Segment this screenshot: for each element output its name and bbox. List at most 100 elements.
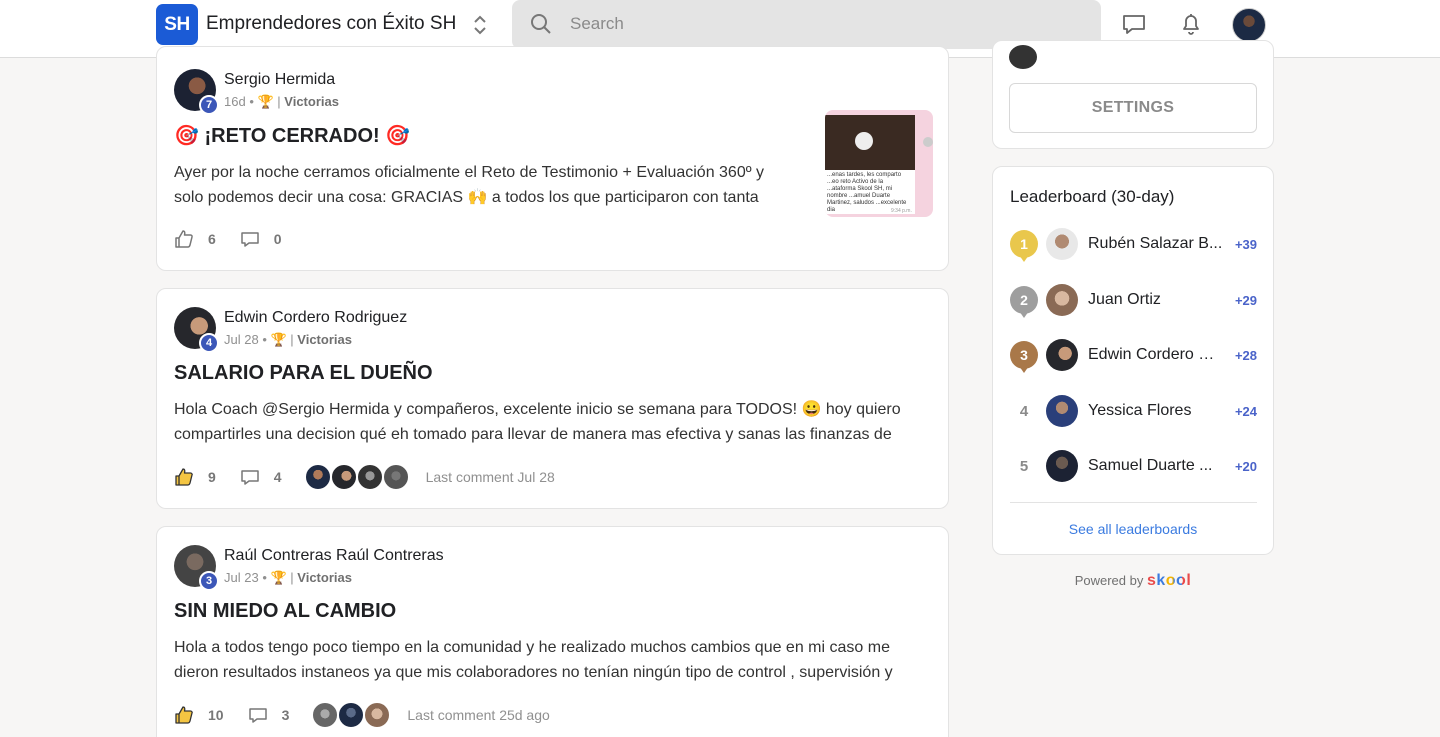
leader-name[interactable]: Edwin Cordero R...: [1088, 346, 1223, 364]
powered-by: Powered by skool: [992, 572, 1274, 590]
last-comment: Last comment 25d ago: [407, 707, 550, 723]
post-category[interactable]: Victorias: [297, 332, 352, 347]
post-title[interactable]: SALARIO PARA EL DUEÑO: [174, 362, 433, 385]
leader-avatar[interactable]: [1046, 284, 1078, 316]
post-title[interactable]: 🎯 ¡RETO CERRADO! 🎯: [174, 123, 410, 148]
post-meta: Jul 28 • 🏆 | Victorias: [224, 332, 352, 347]
like-button[interactable]: 9: [174, 467, 216, 487]
commenter-avatar[interactable]: [329, 463, 358, 491]
post-date: Jul 28: [224, 332, 259, 347]
group-name[interactable]: Emprendedores con Éxito SH: [206, 13, 456, 35]
thumbnail-time: 9:34 p.m.: [891, 208, 912, 214]
post-actions: 10 3 Last comment 25d ago: [174, 701, 550, 729]
bell-icon[interactable]: [1178, 11, 1204, 37]
post-category[interactable]: Victorias: [297, 570, 352, 585]
post-category[interactable]: Victorias: [284, 94, 339, 109]
post-title-text: ¡RETO CERRADO!: [204, 125, 380, 147]
leader-name[interactable]: Yessica Flores: [1088, 402, 1223, 420]
group-switcher-icon[interactable]: [470, 12, 490, 38]
comment-button[interactable]: 0: [240, 229, 282, 249]
leader-avatar[interactable]: [1046, 395, 1078, 427]
leader-points: +39: [1234, 237, 1257, 252]
user-avatar[interactable]: [1232, 8, 1266, 42]
post-card[interactable]: 7 Sergio Hermida 16d • 🏆 | Victorias 🎯 ¡…: [156, 46, 949, 271]
comment-icon: [248, 708, 267, 723]
commenter-avatar[interactable]: [381, 463, 410, 491]
post-body: Ayer por la noche cerramos oficialmente …: [174, 164, 765, 206]
settings-button[interactable]: SETTINGS: [1009, 83, 1257, 133]
post-actions: 9 4 Last comment Jul 28: [174, 463, 555, 491]
commenter-avatar[interactable]: [311, 701, 340, 729]
trophy-icon: 🏆: [270, 570, 287, 585]
commenter-avatar[interactable]: [337, 701, 366, 729]
comment-count: 3: [281, 707, 290, 723]
leader-avatar[interactable]: [1046, 228, 1078, 260]
comment-icon: [241, 470, 259, 485]
leader-points: +20: [1234, 459, 1257, 474]
commenter-avatar[interactable]: [363, 701, 392, 729]
like-button[interactable]: 10: [174, 705, 224, 725]
commenter-avatar[interactable]: [355, 463, 384, 491]
leaderboard-row[interactable]: 3 Edwin Cordero R... +28: [1010, 338, 1257, 373]
post-thumbnail[interactable]: ...enas tardes, les comparto ...eo reto …: [825, 110, 933, 217]
post-actions: 6 0: [174, 227, 282, 251]
author-name[interactable]: Edwin Cordero Rodriguez: [224, 309, 407, 327]
see-all-leaderboards-link[interactable]: See all leaderboards: [993, 521, 1273, 537]
thumbs-up-icon: [175, 468, 193, 486]
last-comment: Last comment Jul 28: [425, 469, 555, 485]
comment-button[interactable]: 4: [240, 467, 282, 487]
leaderboard-card: Leaderboard (30-day) 1 Rubén Salazar B..…: [992, 166, 1274, 555]
leader-points: +24: [1234, 404, 1257, 419]
skool-logo[interactable]: skool: [1147, 572, 1191, 589]
powered-by-label: Powered by: [1074, 573, 1144, 588]
like-count: 9: [208, 469, 216, 485]
commenter-avatars: [303, 463, 410, 491]
leader-rank: 5: [1019, 457, 1029, 475]
leader-name[interactable]: Samuel Duarte ...: [1088, 457, 1223, 475]
post-date: Jul 23: [224, 570, 259, 585]
post-body: Hola a todos tengo poco tiempo en la com…: [174, 639, 893, 681]
member-avatar[interactable]: [1009, 45, 1037, 69]
comment-count: 0: [273, 231, 282, 247]
post-meta: Jul 23 • 🏆 | Victorias: [224, 570, 352, 585]
author-name[interactable]: Sergio Hermida: [224, 71, 335, 89]
post-meta: 16d • 🏆 | Victorias: [224, 94, 339, 109]
leader-avatar[interactable]: [1046, 339, 1078, 371]
leader-name[interactable]: Rubén Salazar B...: [1088, 235, 1223, 253]
post-card[interactable]: 3 Raúl Contreras Raúl Contreras Jul 23 •…: [156, 526, 949, 737]
post-title[interactable]: SIN MIEDO AL CAMBIO: [174, 600, 396, 623]
post-body: Hola Coach @Sergio Hermida y compañeros,…: [174, 401, 901, 443]
trophy-icon: 🏆: [270, 332, 287, 347]
divider: [1010, 502, 1257, 503]
like-count: 6: [208, 231, 216, 247]
level-badge: 3: [199, 571, 219, 591]
trophy-icon: 🏆: [257, 94, 274, 109]
comment-button[interactable]: 3: [248, 705, 290, 725]
search-input[interactable]: [570, 12, 1070, 36]
thumbs-up-icon: [175, 230, 193, 248]
author-name[interactable]: Raúl Contreras Raúl Contreras: [224, 547, 444, 565]
post-card[interactable]: 4 Edwin Cordero Rodriguez Jul 28 • 🏆 | V…: [156, 288, 949, 509]
like-count: 10: [208, 707, 224, 723]
commenter-avatars: [311, 701, 392, 729]
leaderboard-row[interactable]: 1 Rubén Salazar B... +39: [1010, 227, 1257, 262]
bronze-medal-icon: 3: [1010, 341, 1038, 373]
like-button[interactable]: 6: [174, 229, 216, 249]
leaderboard-row[interactable]: 4 Yessica Flores +24: [1010, 394, 1257, 428]
comment-count: 4: [273, 469, 282, 485]
leader-rank: 4: [1019, 402, 1029, 420]
level-badge: 7: [199, 95, 219, 115]
leaderboard-row[interactable]: 5 Samuel Duarte ... +20: [1010, 449, 1257, 483]
commenter-avatar[interactable]: [303, 463, 332, 491]
leaderboard-row[interactable]: 2 Juan Ortiz +29: [1010, 283, 1257, 318]
target-icon: 🎯: [174, 125, 199, 147]
chat-icon[interactable]: [1121, 11, 1147, 37]
level-badge: 4: [199, 333, 219, 353]
leader-avatar[interactable]: [1046, 450, 1078, 482]
group-logo[interactable]: SH: [156, 4, 198, 45]
leader-name[interactable]: Juan Ortiz: [1088, 291, 1223, 309]
target-icon: 🎯: [385, 125, 411, 147]
silver-medal-icon: 2: [1010, 286, 1038, 318]
thumbs-up-icon: [175, 706, 193, 724]
leader-points: +29: [1234, 293, 1257, 308]
